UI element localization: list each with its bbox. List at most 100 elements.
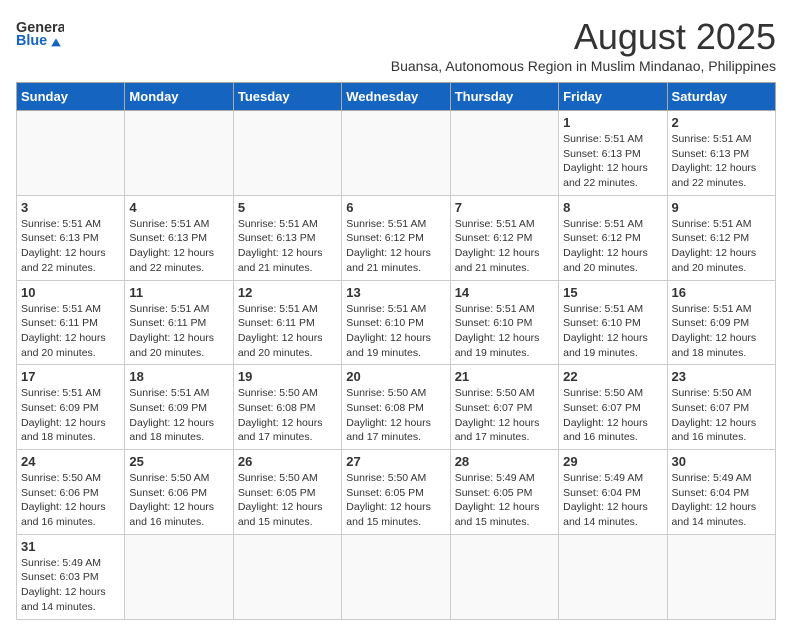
calendar-table: SundayMondayTuesdayWednesdayThursdayFrid… bbox=[16, 82, 776, 620]
day-number: 19 bbox=[238, 369, 337, 384]
calendar-day-cell bbox=[125, 111, 233, 196]
calendar-week-row: 3Sunrise: 5:51 AM Sunset: 6:13 PM Daylig… bbox=[17, 195, 776, 280]
calendar-day-cell: 5 Sunrise: 5:51 AM Sunset: 6:13 PM Daylig… bbox=[233, 195, 341, 280]
generalblue-logo-icon: General Blue bbox=[16, 16, 64, 56]
day-info: Sunrise: 5:51 AM Sunset: 6:11 PM Dayligh… bbox=[238, 302, 337, 361]
day-number: 29 bbox=[563, 454, 662, 469]
day-info: Sunrise: 5:51 AM Sunset: 6:13 PM Dayligh… bbox=[563, 132, 662, 191]
day-number: 13 bbox=[346, 285, 445, 300]
day-number: 8 bbox=[563, 200, 662, 215]
day-info: Sunrise: 5:51 AM Sunset: 6:10 PM Dayligh… bbox=[346, 302, 445, 361]
day-info: Sunrise: 5:51 AM Sunset: 6:09 PM Dayligh… bbox=[21, 386, 120, 445]
calendar-day-cell: 25 Sunrise: 5:50 AM Sunset: 6:06 PM Dayli… bbox=[125, 450, 233, 535]
day-number: 17 bbox=[21, 369, 120, 384]
calendar-day-cell bbox=[342, 111, 450, 196]
calendar-day-cell: 3Sunrise: 5:51 AM Sunset: 6:13 PM Daylig… bbox=[17, 195, 125, 280]
calendar-day-cell: 28 Sunrise: 5:49 AM Sunset: 6:05 PM Dayli… bbox=[450, 450, 558, 535]
day-info: Sunrise: 5:51 AM Sunset: 6:13 PM Dayligh… bbox=[129, 217, 228, 276]
day-info: Sunrise: 5:51 AM Sunset: 6:11 PM Dayligh… bbox=[21, 302, 120, 361]
day-number: 5 bbox=[238, 200, 337, 215]
calendar-day-cell: 18Sunrise: 5:51 AM Sunset: 6:09 PM Dayli… bbox=[125, 365, 233, 450]
month-year-title: August 2025 bbox=[391, 16, 776, 58]
calendar-day-cell: 29 Sunrise: 5:49 AM Sunset: 6:04 PM Dayli… bbox=[559, 450, 667, 535]
weekday-header-wednesday: Wednesday bbox=[342, 83, 450, 111]
day-info: Sunrise: 5:50 AM Sunset: 6:06 PM Dayligh… bbox=[21, 471, 120, 530]
day-info: Sunrise: 5:51 AM Sunset: 6:13 PM Dayligh… bbox=[21, 217, 120, 276]
day-info: Sunrise: 5:50 AM Sunset: 6:08 PM Dayligh… bbox=[346, 386, 445, 445]
calendar-week-row: 17 Sunrise: 5:51 AM Sunset: 6:09 PM Dayli… bbox=[17, 365, 776, 450]
calendar-day-cell: 24 Sunrise: 5:50 AM Sunset: 6:06 PM Dayli… bbox=[17, 450, 125, 535]
logo: General Blue bbox=[16, 16, 64, 56]
day-info: Sunrise: 5:51 AM Sunset: 6:09 PM Dayligh… bbox=[672, 302, 771, 361]
day-number: 28 bbox=[455, 454, 554, 469]
day-info: Sunrise: 5:50 AM Sunset: 6:07 PM Dayligh… bbox=[563, 386, 662, 445]
calendar-day-cell: 21 Sunrise: 5:50 AM Sunset: 6:07 PM Dayli… bbox=[450, 365, 558, 450]
day-number: 23 bbox=[672, 369, 771, 384]
day-number: 20 bbox=[346, 369, 445, 384]
calendar-day-cell bbox=[559, 534, 667, 619]
calendar-day-cell: 4 Sunrise: 5:51 AM Sunset: 6:13 PM Daylig… bbox=[125, 195, 233, 280]
day-number: 16 bbox=[672, 285, 771, 300]
day-number: 15 bbox=[563, 285, 662, 300]
day-number: 31 bbox=[21, 539, 120, 554]
calendar-day-cell: 26 Sunrise: 5:50 AM Sunset: 6:05 PM Dayli… bbox=[233, 450, 341, 535]
calendar-day-cell bbox=[233, 111, 341, 196]
day-info: Sunrise: 5:50 AM Sunset: 6:07 PM Dayligh… bbox=[455, 386, 554, 445]
calendar-day-cell: 30Sunrise: 5:49 AM Sunset: 6:04 PM Dayli… bbox=[667, 450, 775, 535]
calendar-week-row: 24 Sunrise: 5:50 AM Sunset: 6:06 PM Dayli… bbox=[17, 450, 776, 535]
day-info: Sunrise: 5:50 AM Sunset: 6:05 PM Dayligh… bbox=[238, 471, 337, 530]
day-number: 7 bbox=[455, 200, 554, 215]
day-number: 24 bbox=[21, 454, 120, 469]
day-info: Sunrise: 5:51 AM Sunset: 6:12 PM Dayligh… bbox=[455, 217, 554, 276]
day-info: Sunrise: 5:51 AM Sunset: 6:13 PM Dayligh… bbox=[238, 217, 337, 276]
weekday-header-saturday: Saturday bbox=[667, 83, 775, 111]
day-number: 9 bbox=[672, 200, 771, 215]
calendar-day-cell: 7 Sunrise: 5:51 AM Sunset: 6:12 PM Daylig… bbox=[450, 195, 558, 280]
day-info: Sunrise: 5:51 AM Sunset: 6:12 PM Dayligh… bbox=[346, 217, 445, 276]
day-info: Sunrise: 5:50 AM Sunset: 6:06 PM Dayligh… bbox=[129, 471, 228, 530]
day-number: 4 bbox=[129, 200, 228, 215]
calendar-day-cell: 6 Sunrise: 5:51 AM Sunset: 6:12 PM Daylig… bbox=[342, 195, 450, 280]
calendar-day-cell bbox=[342, 534, 450, 619]
day-info: Sunrise: 5:50 AM Sunset: 6:07 PM Dayligh… bbox=[672, 386, 771, 445]
day-number: 25 bbox=[129, 454, 228, 469]
calendar-day-cell bbox=[17, 111, 125, 196]
day-number: 26 bbox=[238, 454, 337, 469]
calendar-day-cell: 15Sunrise: 5:51 AM Sunset: 6:10 PM Dayli… bbox=[559, 280, 667, 365]
day-number: 18 bbox=[129, 369, 228, 384]
calendar-day-cell: 17 Sunrise: 5:51 AM Sunset: 6:09 PM Dayli… bbox=[17, 365, 125, 450]
calendar-day-cell: 16 Sunrise: 5:51 AM Sunset: 6:09 PM Dayli… bbox=[667, 280, 775, 365]
location-subtitle: Buansa, Autonomous Region in Muslim Mind… bbox=[391, 58, 776, 74]
day-info: Sunrise: 5:50 AM Sunset: 6:08 PM Dayligh… bbox=[238, 386, 337, 445]
day-info: Sunrise: 5:49 AM Sunset: 6:04 PM Dayligh… bbox=[672, 471, 771, 530]
day-number: 6 bbox=[346, 200, 445, 215]
day-info: Sunrise: 5:49 AM Sunset: 6:04 PM Dayligh… bbox=[563, 471, 662, 530]
calendar-day-cell: 23 Sunrise: 5:50 AM Sunset: 6:07 PM Dayli… bbox=[667, 365, 775, 450]
day-number: 21 bbox=[455, 369, 554, 384]
calendar-day-cell: 8 Sunrise: 5:51 AM Sunset: 6:12 PM Daylig… bbox=[559, 195, 667, 280]
calendar-day-cell: 19 Sunrise: 5:50 AM Sunset: 6:08 PM Dayli… bbox=[233, 365, 341, 450]
day-info: Sunrise: 5:49 AM Sunset: 6:05 PM Dayligh… bbox=[455, 471, 554, 530]
calendar-day-cell: 1 Sunrise: 5:51 AM Sunset: 6:13 PM Daylig… bbox=[559, 111, 667, 196]
day-number: 22 bbox=[563, 369, 662, 384]
calendar-day-cell: 22 Sunrise: 5:50 AM Sunset: 6:07 PM Dayli… bbox=[559, 365, 667, 450]
calendar-day-cell: 12Sunrise: 5:51 AM Sunset: 6:11 PM Dayli… bbox=[233, 280, 341, 365]
day-number: 11 bbox=[129, 285, 228, 300]
day-info: Sunrise: 5:51 AM Sunset: 6:10 PM Dayligh… bbox=[455, 302, 554, 361]
day-number: 1 bbox=[563, 115, 662, 130]
day-number: 10 bbox=[21, 285, 120, 300]
calendar-day-cell bbox=[667, 534, 775, 619]
calendar-day-cell bbox=[233, 534, 341, 619]
weekday-header-row: SundayMondayTuesdayWednesdayThursdayFrid… bbox=[17, 83, 776, 111]
page-header: General Blue August 2025 Buansa, Autonom… bbox=[16, 16, 776, 74]
day-info: Sunrise: 5:49 AM Sunset: 6:03 PM Dayligh… bbox=[21, 556, 120, 615]
day-info: Sunrise: 5:51 AM Sunset: 6:12 PM Dayligh… bbox=[563, 217, 662, 276]
weekday-header-sunday: Sunday bbox=[17, 83, 125, 111]
calendar-day-cell bbox=[450, 111, 558, 196]
day-info: Sunrise: 5:50 AM Sunset: 6:05 PM Dayligh… bbox=[346, 471, 445, 530]
calendar-day-cell bbox=[450, 534, 558, 619]
day-info: Sunrise: 5:51 AM Sunset: 6:11 PM Dayligh… bbox=[129, 302, 228, 361]
calendar-day-cell: 11 Sunrise: 5:51 AM Sunset: 6:11 PM Dayli… bbox=[125, 280, 233, 365]
weekday-header-monday: Monday bbox=[125, 83, 233, 111]
day-info: Sunrise: 5:51 AM Sunset: 6:13 PM Dayligh… bbox=[672, 132, 771, 191]
